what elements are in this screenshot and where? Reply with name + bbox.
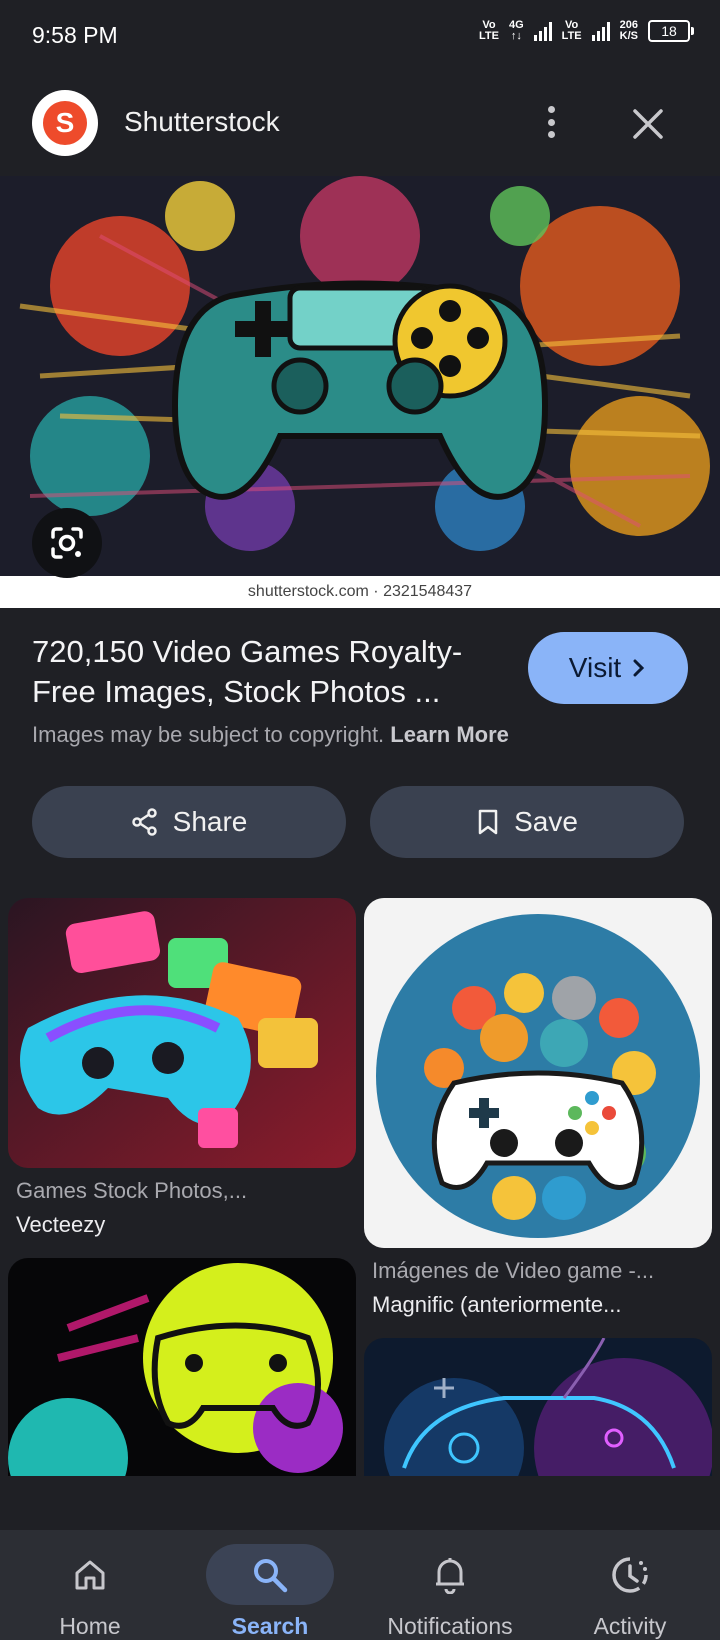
related-source-2: Magnific (anteriormente... [372, 1292, 622, 1317]
data-speed: 206 K/S [619, 19, 638, 42]
nav-home-label: Home [59, 1613, 121, 1639]
site-logo[interactable]: S [32, 90, 98, 156]
share-label: Share [172, 806, 248, 837]
related-image-4[interactable] [364, 1338, 712, 1476]
shutterstock-logo-icon: S [43, 101, 87, 145]
visit-label: Visit [568, 652, 622, 683]
save-button[interactable]: Save [370, 786, 684, 858]
image-watermark: shutterstock.com · 2321548437 [247, 583, 473, 600]
nav-home[interactable]: Home [0, 1530, 180, 1640]
main-image[interactable]: shutterstock.com · 2321548437 [0, 176, 720, 608]
related-title[interactable]: Games Stock Photos,... [16, 1178, 247, 1204]
related-image-1[interactable] [8, 898, 356, 1168]
copyright-notice: Images may be subject to copyright. Lear… [32, 722, 509, 748]
neon-controller-thumbnail [364, 1338, 712, 1476]
status-time: 9:58 PM [32, 22, 118, 48]
result-title[interactable]: 720,150 Video Games Royalty-Free Images,… [32, 632, 492, 712]
save-label: Save [514, 806, 578, 837]
nav-notifications-label: Notifications [387, 1613, 513, 1639]
status-icons: Vo LTE 4G ↑↓ Vo LTE 206 K/S 18 [479, 19, 694, 42]
cartoon-controller-thumbnail [364, 898, 712, 1248]
bookmark-icon [478, 809, 498, 835]
lens-search-button[interactable] [32, 508, 102, 578]
nav-activity-label: Activity [593, 1613, 667, 1639]
game-controller-artwork [0, 176, 720, 576]
nav-search-label: Search [231, 1613, 309, 1639]
share-icon [131, 808, 157, 836]
related-title-2[interactable]: Imágenes de Video game -... [372, 1258, 654, 1284]
nav-activity[interactable]: Activity [540, 1530, 720, 1640]
related-source: Vecteezy [16, 1212, 106, 1237]
battery-icon: 18 [648, 20, 694, 42]
status-bar: 9:58 PM Vo LTE 4G ↑↓ Vo LTE 206 K/S 18 [0, 0, 720, 72]
search-icon [206, 1544, 334, 1605]
signal-icon [533, 21, 552, 41]
home-icon [26, 1544, 154, 1605]
chevron-right-icon [633, 659, 645, 677]
activity-history-icon [566, 1544, 694, 1605]
bell-icon [386, 1544, 514, 1605]
site-name[interactable]: Shutterstock [124, 106, 280, 138]
more-options-icon[interactable] [536, 102, 566, 142]
learn-more-link[interactable]: Learn More [390, 722, 509, 747]
copyright-text: Images may be subject to copyright. [32, 722, 385, 747]
volte-icon-2: Vo LTE [561, 19, 582, 42]
volte-icon: Vo LTE [479, 19, 499, 42]
visit-button[interactable]: Visit [528, 632, 688, 704]
google-lens-icon [51, 527, 83, 559]
nav-search[interactable]: Search [180, 1530, 360, 1640]
related-image-2[interactable] [364, 898, 712, 1248]
colorful-controller-thumbnail [8, 898, 356, 1168]
related-image-3[interactable] [8, 1258, 356, 1476]
close-icon[interactable] [630, 106, 666, 142]
nav-notifications[interactable]: Notifications [360, 1530, 540, 1640]
signal-icon-2 [591, 21, 610, 41]
bottom-navigation: Home Search Notifications Activity [0, 1530, 720, 1640]
network-type-icon: 4G ↑↓ [508, 19, 524, 42]
image-viewer-header: S Shutterstock [0, 72, 720, 176]
graffiti-controller-thumbnail [8, 1258, 356, 1476]
share-button[interactable]: Share [32, 786, 346, 858]
